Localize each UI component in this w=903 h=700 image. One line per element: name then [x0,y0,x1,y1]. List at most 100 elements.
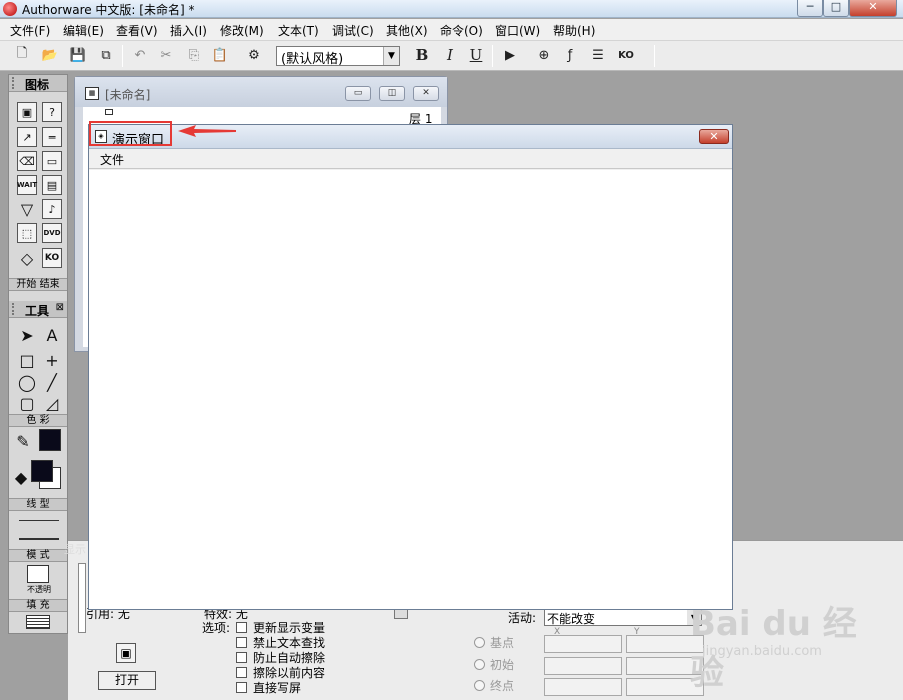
presentation-close-button[interactable]: ✕ [699,129,729,144]
knowledge-object-icon[interactable]: KO [42,248,62,268]
diagonal-line-tool-icon[interactable]: ╱ [42,372,62,392]
flowline-close-button[interactable]: ✕ [413,86,439,101]
flowline-start-marker[interactable] [105,109,113,115]
maximize-button[interactable]: □ [823,0,849,17]
erase-previous-checkbox[interactable] [236,667,247,678]
open-icon[interactable]: 📂 [40,45,60,65]
activity-dropdown[interactable]: 不能改变 ▼ [544,609,702,626]
initial-x-field[interactable] [544,657,622,675]
dvd-icon[interactable]: DVD [42,223,62,243]
text-tool-icon[interactable]: A [42,325,62,345]
menu-help[interactable]: 帮助(H) [553,22,595,39]
close-icon[interactable]: ⊠ [56,302,64,313]
menu-modify[interactable]: 修改(M) [220,22,264,39]
foreground-color-swatch[interactable] [39,429,61,451]
import-icon[interactable]: ⧉ [96,45,116,65]
text-style-combo[interactable]: (默认风格) ▼ [276,46,400,67]
save-all-icon[interactable]: 💾 [68,45,88,65]
wait-icon[interactable]: WAIT [17,175,37,195]
end-x-field[interactable] [544,678,622,696]
app-title-bar: Authorware 中文版: [未命名] * ─ □ ✕ [0,0,903,18]
grip-icon[interactable] [12,303,17,315]
flowline-window-title: [未命名] [105,88,151,102]
toolbar-separator [122,45,123,67]
control-panel-icon[interactable]: ⊕ [534,45,554,65]
erase-icon[interactable]: ⌫ [17,151,37,171]
annotation-highlight-box [89,121,172,146]
flowline-window-titlebar[interactable]: ▦ [未命名] ▭ ◫ ✕ [75,77,447,107]
presentation-canvas[interactable] [89,170,732,609]
properties-preview [78,563,86,633]
functions-icon[interactable]: ƒ [560,45,580,65]
minimize-button[interactable]: ─ [797,0,823,17]
italic-button[interactable]: I [440,45,460,65]
ellipse-tool-icon[interactable]: ◯ [17,372,37,392]
start-end-flags[interactable]: 开始 结束 [9,278,67,291]
menu-insert[interactable]: 插入(I) [170,22,207,39]
base-point-radio[interactable] [474,637,485,648]
cut-icon[interactable]: ✂ [156,45,176,65]
menu-other[interactable]: 其他(X) [386,22,428,39]
prevent-auto-erase-checkbox[interactable] [236,652,247,663]
flowline-minimize-button[interactable]: ▭ [345,86,371,101]
watermark-url: jingyan.baidu.com [702,644,822,659]
line-tool-icon[interactable]: + [42,350,62,370]
rectangle-tool-icon[interactable]: □ [17,350,37,370]
polygon-tool-icon[interactable]: ◿ [42,393,62,413]
close-button[interactable]: ✕ [849,0,897,17]
properties-side-label: 显示 [64,543,86,556]
menu-view[interactable]: 查看(V) [116,22,158,39]
open-button[interactable]: 打开 [98,671,156,690]
fill-pattern-swatch[interactable] [26,615,50,629]
icon-palette-title: 图标 [25,78,50,92]
initial-point-radio[interactable] [474,659,485,670]
direct-to-screen-checkbox[interactable] [236,682,247,693]
flowline-restore-button[interactable]: ◫ [379,86,405,101]
pointer-tool-icon[interactable]: ➤ [17,325,37,345]
base-x-field[interactable] [544,635,622,653]
menu-window[interactable]: 窗口(W) [495,22,540,39]
menu-edit[interactable]: 编辑(E) [63,22,104,39]
chevron-down-icon[interactable]: ▼ [383,47,399,65]
fill-bucket-icon[interactable]: ◆ [11,467,31,487]
color-section-label: 色 彩 [9,414,67,427]
bold-button[interactable]: B [412,45,432,65]
question-icon[interactable]: ? [42,102,62,122]
framework-icon[interactable]: ⬚ [17,223,37,243]
line-style-medium[interactable] [19,538,59,540]
mode-opaque-icon[interactable] [27,565,49,583]
rounded-rect-tool-icon[interactable]: ▢ [17,393,37,413]
movie-icon[interactable]: ▤ [42,175,62,195]
end-point-radio[interactable] [474,680,485,691]
presentation-menu-file[interactable]: 文件 [100,151,124,168]
update-display-vars-checkbox[interactable] [236,622,247,633]
tools-palette-title: 工具 [25,304,50,318]
sound-icon[interactable]: ♪ [42,199,62,219]
display-icon[interactable]: ▣ [17,102,37,122]
icon-palette-header: 图标 [9,75,67,92]
restart-icon[interactable]: ▶ [500,45,520,65]
menu-text[interactable]: 文本(T) [278,22,319,39]
decision-icon[interactable]: ◇ [17,248,37,268]
calc-icon[interactable]: ═ [42,127,62,147]
menu-debug[interactable]: 调试(C) [332,22,374,39]
menu-file[interactable]: 文件(F) [10,22,50,39]
menu-command[interactable]: 命令(O) [440,22,483,39]
paste-icon[interactable]: 📋 [210,45,230,65]
flowline-window-icon: ▦ [85,87,99,100]
undo-icon[interactable]: ↶ [130,45,150,65]
line-style-thin[interactable] [19,520,59,521]
copy-icon[interactable]: ⎘ [184,45,204,65]
map-icon[interactable]: ▭ [42,151,62,171]
grip-icon[interactable] [12,77,17,89]
find-icon[interactable]: ⚙ [244,45,264,65]
ko-icon[interactable]: KO [616,45,636,65]
variables-icon[interactable]: ☰ [588,45,608,65]
fill-color-swatch[interactable] [31,460,53,482]
pen-color-icon[interactable]: ✎ [13,431,33,451]
disable-text-search-checkbox[interactable] [236,637,247,648]
underline-button[interactable]: U [466,45,486,65]
navigate-icon[interactable]: ▽ [17,199,37,219]
motion-icon[interactable]: ↗ [17,127,37,147]
new-icon[interactable]: 🗋 [12,45,32,65]
